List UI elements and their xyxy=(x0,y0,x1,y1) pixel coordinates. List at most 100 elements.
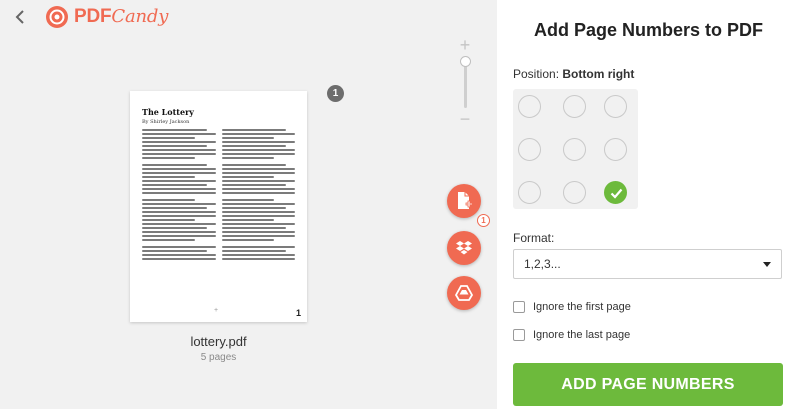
preview-text-line xyxy=(221,254,295,256)
preview-text-line xyxy=(142,203,216,205)
preview-text-line xyxy=(221,239,275,241)
page-count-badge: 1 xyxy=(327,85,344,102)
preview-text-line xyxy=(142,141,216,143)
preview-text-line xyxy=(221,137,275,139)
preview-text-line xyxy=(142,188,216,190)
position-option-bottom-right[interactable] xyxy=(604,181,627,204)
preview-text-line xyxy=(142,145,207,147)
preview-text-line xyxy=(221,235,295,237)
preview-text-line xyxy=(221,215,295,217)
preview-text-line xyxy=(142,129,207,131)
caret-down-icon xyxy=(763,261,771,267)
preview-text-line xyxy=(142,231,216,233)
position-option-middle-right[interactable] xyxy=(604,138,627,161)
preview-text-line xyxy=(142,239,195,241)
preview-text-line xyxy=(221,149,295,151)
preview-text-line xyxy=(142,227,207,229)
preview-text-line xyxy=(142,137,195,139)
ignore-first-page-option[interactable]: Ignore the first page xyxy=(513,301,631,313)
preview-text-line xyxy=(142,176,195,178)
preview-text-line xyxy=(142,184,207,186)
add-file-button[interactable] xyxy=(447,184,481,218)
preview-text-line xyxy=(221,180,295,182)
format-label: Format: xyxy=(513,231,555,245)
position-option-bottom-center[interactable] xyxy=(563,181,586,204)
zoom-out-button[interactable]: − xyxy=(458,110,472,128)
dropbox-button[interactable] xyxy=(447,231,481,265)
preview-text-line xyxy=(221,258,295,260)
preview-text-line xyxy=(221,133,295,135)
preview-text-columns xyxy=(142,129,295,262)
preview-text-line xyxy=(221,250,287,252)
preview-text-line xyxy=(221,168,295,170)
preview-text-line xyxy=(221,188,295,190)
position-option-bottom-left[interactable] xyxy=(518,181,541,204)
preview-text-line xyxy=(221,141,295,143)
preview-text-line xyxy=(142,223,216,225)
preview-text-line xyxy=(142,168,216,170)
preview-text-line xyxy=(221,192,295,194)
preview-text-line xyxy=(142,149,216,151)
preview-text-line xyxy=(142,153,216,155)
preview-page-number: 1 xyxy=(295,308,301,318)
position-label: Position: Bottom right xyxy=(513,67,635,81)
preview-text-line xyxy=(142,219,195,221)
preview-text-line xyxy=(221,176,275,178)
ignore-last-page-checkbox[interactable] xyxy=(513,329,525,341)
preview-text-line xyxy=(142,235,216,237)
preview-text-line xyxy=(142,254,216,256)
preview-text-line xyxy=(142,192,216,194)
preview-text-line xyxy=(142,207,207,209)
ignore-last-page-label: Ignore the last page xyxy=(533,329,631,341)
page-thumbnail[interactable]: The Lottery By Shirley Jackson 1 xyxy=(130,91,307,322)
back-button[interactable] xyxy=(12,8,28,26)
chevron-left-icon xyxy=(15,10,24,24)
position-option-middle-left[interactable] xyxy=(518,138,541,161)
preview-text-line xyxy=(142,215,216,217)
preview-text-line xyxy=(142,250,207,252)
position-option-top-right[interactable] xyxy=(604,95,627,118)
preview-text-line xyxy=(221,223,295,225)
position-option-top-left[interactable] xyxy=(518,95,541,118)
checkmark-icon xyxy=(610,188,623,199)
preview-text-line xyxy=(221,164,287,166)
google-drive-button[interactable] xyxy=(447,276,481,310)
preview-text-line xyxy=(142,211,216,213)
add-page-numbers-button[interactable]: ADD PAGE NUMBERS xyxy=(513,363,783,406)
position-option-middle-center[interactable] xyxy=(563,138,586,161)
preview-text-line xyxy=(142,133,216,135)
app-logo[interactable]: PDFCandy xyxy=(45,4,168,30)
preview-text-line xyxy=(221,129,287,131)
position-option-top-center[interactable] xyxy=(563,95,586,118)
candy-logo-icon xyxy=(46,6,68,28)
file-count-badge: 1 xyxy=(477,214,490,227)
preview-corner-mark: + xyxy=(214,307,219,314)
preview-text-line xyxy=(221,219,275,221)
preview-text-line xyxy=(221,227,287,229)
workspace: PDFCandy + − The Lottery By Shirley Jack… xyxy=(0,0,497,409)
preview-text-line xyxy=(221,199,275,201)
ignore-first-page-checkbox[interactable] xyxy=(513,301,525,313)
zoom-in-button[interactable]: + xyxy=(458,36,472,54)
preview-author: By Shirley Jackson xyxy=(142,119,190,125)
format-select[interactable]: 1,2,3... xyxy=(513,249,782,279)
settings-panel: Add Page Numbers to PDF Position: Bottom… xyxy=(497,0,800,409)
preview-text-line xyxy=(221,172,295,174)
ignore-last-page-option[interactable]: Ignore the last page xyxy=(513,329,630,341)
preview-text-line xyxy=(221,157,275,159)
preview-title: The Lottery xyxy=(142,107,194,117)
preview-text-line xyxy=(221,231,295,233)
file-add-icon xyxy=(458,192,473,209)
panel-title: Add Page Numbers to PDF xyxy=(533,20,764,40)
dropbox-icon xyxy=(456,241,472,255)
zoom-slider-handle[interactable] xyxy=(460,56,471,67)
preview-text-line xyxy=(142,180,216,182)
file-page-count: 5 pages xyxy=(200,352,237,363)
preview-text-line xyxy=(142,157,195,159)
preview-text-line xyxy=(221,184,287,186)
position-grid xyxy=(513,89,638,209)
preview-text-line xyxy=(221,145,287,147)
preview-text-line xyxy=(221,246,295,248)
preview-text-line xyxy=(142,199,195,201)
preview-text-line xyxy=(142,164,207,166)
